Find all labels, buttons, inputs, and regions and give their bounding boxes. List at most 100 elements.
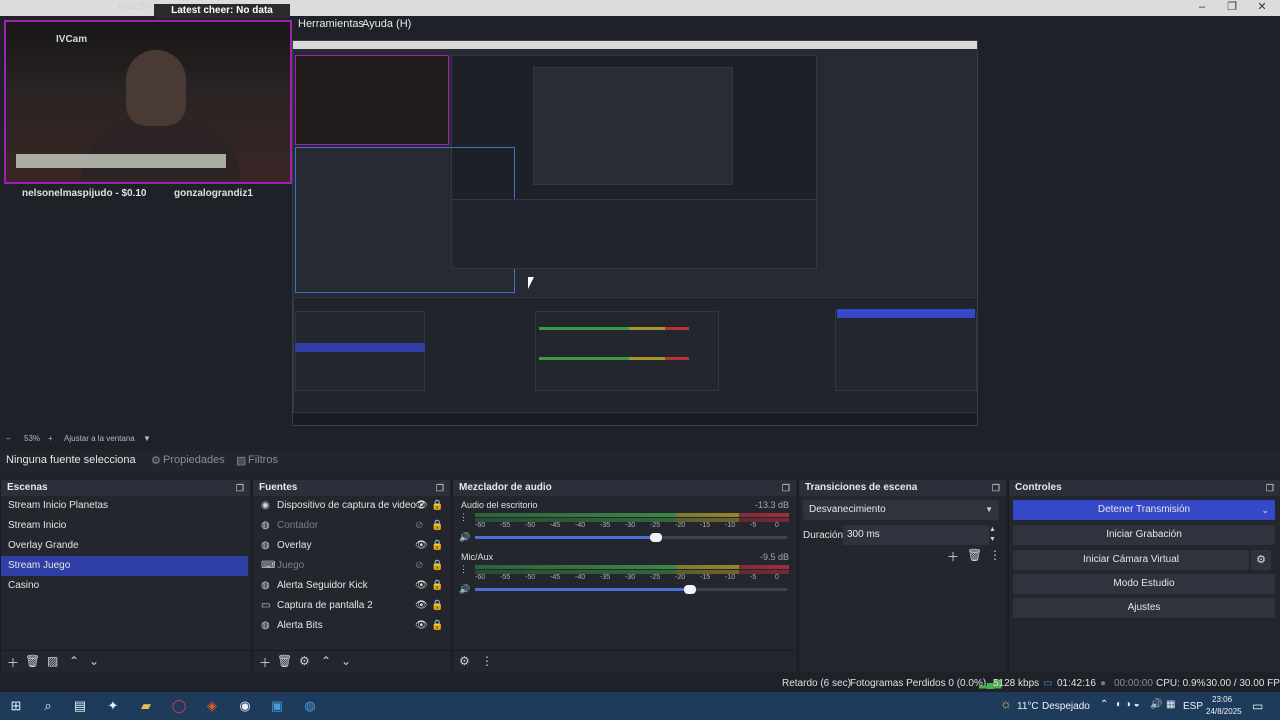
lock-icon[interactable]: 🔒	[431, 556, 443, 576]
eye-icon[interactable]: 👁	[415, 496, 428, 516]
kebab-icon[interactable]: ⋮	[459, 564, 468, 575]
lock-icon[interactable]: 🔒	[431, 516, 443, 536]
speaker-icon[interactable]: 🔊	[1150, 699, 1162, 710]
app-icon[interactable]: ▣	[268, 697, 286, 715]
obs-icon[interactable]: ◉	[236, 697, 254, 715]
lock-icon[interactable]: 🔒	[431, 576, 443, 596]
filters-button[interactable]: Filtros	[248, 454, 278, 466]
scene-item[interactable]: Overlay Grande	[1, 536, 250, 556]
volume-slider[interactable]	[475, 533, 787, 542]
lock-icon[interactable]: 🔒	[431, 616, 443, 636]
move-down-icon[interactable]: ⌄	[89, 654, 99, 668]
source-item[interactable]: ⌨ Juego ⊘ 🔒	[253, 556, 450, 576]
settings-button[interactable]: Ajustes	[1013, 598, 1275, 618]
menu-help[interactable]: Ayuda (H)	[362, 17, 411, 31]
eye-hidden-icon[interactable]: ⊘	[415, 556, 423, 576]
language-indicator[interactable]: ESP	[1183, 701, 1203, 712]
kebab-icon[interactable]: ⋮	[459, 512, 468, 523]
gear-icon[interactable]: ⚙	[299, 654, 310, 668]
webcam-source[interactable]: IVCam	[4, 20, 292, 184]
task-view-icon[interactable]: ▤	[71, 697, 89, 715]
volume-knob[interactable]	[649, 533, 662, 542]
transition-select[interactable]: Desvanecimiento ▼	[803, 500, 999, 520]
advanced-audio-icon[interactable]: ⚙	[459, 654, 470, 668]
properties-button[interactable]: Propiedades	[163, 454, 225, 466]
trash-icon[interactable]: 🗑	[967, 548, 982, 562]
lock-icon[interactable]: 🔒	[431, 536, 443, 556]
stop-streaming-button[interactable]: Detener Transmisión ⌄	[1013, 500, 1275, 520]
zoom-in-button[interactable]: +	[48, 434, 53, 443]
source-item[interactable]: ◍ Contador ⊘ 🔒	[253, 516, 450, 536]
eye-icon[interactable]: 👁	[415, 576, 428, 596]
source-item[interactable]: ◉ Dispositivo de captura de video 2 👁 🔒	[253, 496, 450, 516]
opera-icon[interactable]: ◯	[170, 697, 188, 715]
tray-arrow-icon[interactable]: ⌃	[1100, 699, 1108, 710]
undock-icon[interactable]: ❐	[1266, 480, 1274, 496]
undock-icon[interactable]: ❐	[992, 480, 1000, 496]
app-icon-2[interactable]: ◍	[301, 697, 319, 715]
zoom-out-button[interactable]: –	[6, 434, 10, 443]
clock-date[interactable]: 24/8/2025	[1206, 707, 1242, 716]
source-label: Contador	[277, 520, 319, 531]
spin-down-icon[interactable]: ▼	[989, 536, 996, 543]
lock-icon[interactable]: 🔒	[431, 596, 443, 616]
chevron-down-icon: ▼	[985, 505, 993, 514]
fit-window-label[interactable]: Ajustar a la ventana	[64, 434, 135, 443]
chevron-down-icon[interactable]: ⌄	[1261, 500, 1269, 520]
search-icon[interactable]: ⌕	[39, 697, 57, 715]
kebab-icon[interactable]: ⋮	[989, 548, 1001, 562]
lock-icon[interactable]: 🔒	[431, 496, 443, 516]
source-item[interactable]: ◍ Alerta Seguidor Kick 👁 🔒	[253, 576, 450, 596]
eye-icon[interactable]: 👁	[415, 596, 428, 616]
brave-icon[interactable]: ◈	[203, 697, 221, 715]
source-item[interactable]: ◍ Overlay 👁 🔒	[253, 536, 450, 556]
speaker-icon[interactable]: 🔊	[459, 584, 470, 595]
filter-icon[interactable]: ▨	[47, 654, 58, 668]
undock-icon[interactable]: ❐	[782, 480, 790, 496]
add-scene-icon[interactable]: ＋	[7, 654, 19, 671]
eye-hidden-icon[interactable]: ⊘	[415, 516, 423, 536]
bitrate: 5128 kbps	[993, 678, 1040, 689]
move-down-icon[interactable]: ⌄	[341, 654, 351, 668]
scene-item[interactable]: Casino	[1, 576, 250, 596]
minimize-button[interactable]: –	[1187, 0, 1217, 14]
volume-slider[interactable]	[475, 585, 787, 594]
close-button[interactable]: ✕	[1247, 0, 1277, 14]
scene-item[interactable]: Stream Inicio	[1, 516, 250, 536]
windows-start-icon[interactable]: ⊞	[7, 697, 25, 715]
maximize-button[interactable]: ❐	[1217, 0, 1247, 14]
file-explorer-icon[interactable]: ▰	[137, 697, 155, 715]
add-source-icon[interactable]: ＋	[259, 654, 271, 671]
sources-title: Fuentes	[259, 482, 298, 493]
virtual-camera-settings-gear-icon[interactable]: ⚙	[1251, 550, 1271, 570]
add-transition-icon[interactable]: ＋	[947, 548, 959, 565]
studio-mode-button[interactable]: Modo Estudio	[1013, 574, 1275, 594]
move-up-icon[interactable]: ⌃	[321, 654, 331, 668]
meter-tick-label: -55	[500, 522, 511, 529]
network-icon[interactable]: ▦	[1166, 699, 1175, 710]
eye-icon[interactable]: 👁	[415, 536, 428, 556]
source-item[interactable]: ◍ Alerta Bits 👁 🔒	[253, 616, 450, 636]
trash-icon[interactable]: 🗑	[25, 654, 40, 668]
start-virtual-camera-button[interactable]: Iniciar Cámara Virtual	[1013, 550, 1249, 570]
trash-icon[interactable]: 🗑	[277, 654, 292, 668]
start-recording-button[interactable]: Iniciar Grabación	[1013, 525, 1275, 545]
duration-input[interactable]: 300 ms	[843, 525, 989, 545]
clock-time[interactable]: 23:06	[1212, 695, 1232, 704]
volume-knob[interactable]	[684, 585, 697, 594]
tray-icons[interactable]: ◐ ◑ ◒	[1116, 699, 1140, 710]
kebab-icon[interactable]: ⋮	[481, 654, 493, 668]
zoom-dropdown-arrow-icon[interactable]: ▼	[143, 434, 151, 443]
spin-up-icon[interactable]: ▲	[989, 526, 996, 533]
scene-item[interactable]: Stream Inicio Planetas	[1, 496, 250, 516]
scene-item-active[interactable]: Stream Juego	[1, 556, 248, 576]
eye-icon[interactable]: 👁	[415, 616, 428, 636]
copilot-icon[interactable]: ✦	[104, 697, 122, 715]
notification-icon[interactable]: ▭	[1252, 699, 1263, 713]
undock-icon[interactable]: ❐	[236, 480, 244, 496]
speaker-icon[interactable]: 🔊	[459, 532, 470, 543]
undock-icon[interactable]: ❐	[436, 480, 444, 496]
source-item[interactable]: ▭ Captura de pantalla 2 👁 🔒	[253, 596, 450, 616]
menu-tools[interactable]: Herramientas	[298, 17, 364, 31]
move-up-icon[interactable]: ⌃	[69, 654, 79, 668]
